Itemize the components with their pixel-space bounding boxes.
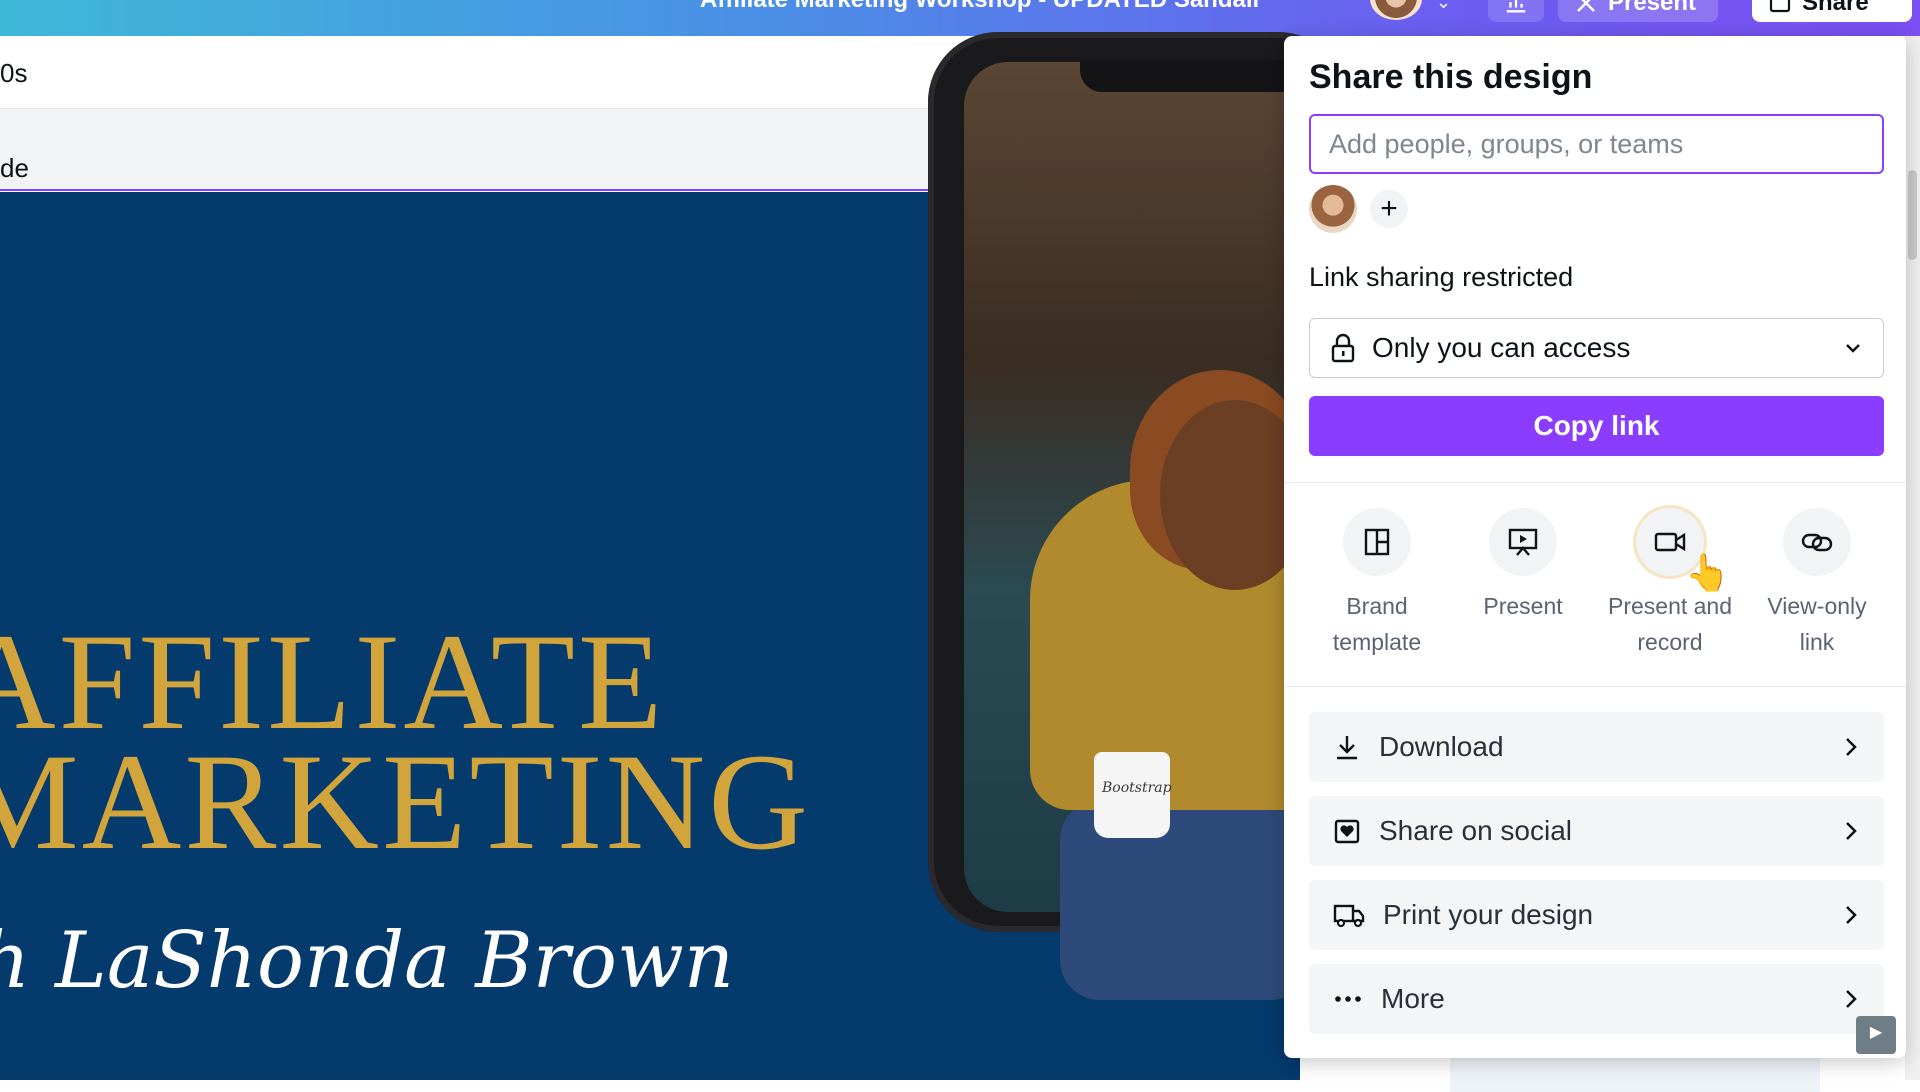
- add-people-input[interactable]: [1309, 114, 1884, 174]
- option-label: template: [1332, 629, 1422, 655]
- access-value: Only you can access: [1372, 332, 1631, 363]
- present-button[interactable]: Present: [1558, 0, 1718, 22]
- add-collaborator-button[interactable]: +: [1370, 190, 1408, 228]
- script-subtitle[interactable]: h LaShonda Brown: [0, 916, 734, 1006]
- option-label: record: [1637, 629, 1703, 655]
- row-label: More: [1381, 983, 1445, 1014]
- present-option[interactable]: Present: [1453, 508, 1593, 624]
- insights-button[interactable]: [1488, 0, 1544, 22]
- share-panel-title: Share this design: [1309, 58, 1593, 96]
- more-icon: [1335, 996, 1361, 1002]
- option-label: Present: [1483, 593, 1563, 619]
- document-title[interactable]: Affiliate Marketing Workshop - UPDATED S…: [700, 0, 1259, 14]
- share-button-label: Share: [1802, 0, 1869, 16]
- row-label: Print your design: [1383, 899, 1594, 930]
- corner-artwork: [1450, 1052, 1820, 1092]
- headline-line-2[interactable]: MARKETING: [0, 722, 811, 881]
- option-label: View-only: [1767, 593, 1867, 619]
- collaborator-avatar[interactable]: [1309, 185, 1357, 233]
- brand-template-option[interactable]: Brand template: [1307, 508, 1447, 660]
- divider: [1284, 686, 1906, 687]
- present-icon: [1577, 0, 1595, 12]
- present-icon: [1489, 508, 1557, 576]
- chevron-down-icon: [1846, 344, 1860, 353]
- download-icon: [1337, 736, 1357, 760]
- view-only-link-option[interactable]: View-only link: [1747, 508, 1887, 660]
- row-label: Download: [1379, 731, 1504, 762]
- subscribe-badge-icon[interactable]: ▶: [1856, 1016, 1896, 1054]
- lock-icon: [1331, 333, 1355, 363]
- share-icon: [1769, 0, 1791, 13]
- scrollbar-thumb[interactable]: [1908, 170, 1917, 260]
- access-dropdown[interactable]: Only you can access: [1309, 318, 1884, 378]
- chevron-right-icon: [1846, 822, 1857, 840]
- user-avatar[interactable]: [1370, 0, 1422, 20]
- share-on-social-row[interactable]: Share on social: [1309, 796, 1884, 866]
- link-icon: [1783, 508, 1851, 576]
- chevron-down-icon[interactable]: ⌄: [1436, 0, 1451, 13]
- option-label: Brand: [1346, 593, 1408, 619]
- truck-icon: [1333, 904, 1365, 928]
- hand-cursor-icon: 👆: [1685, 552, 1730, 593]
- subbar-text[interactable]: de: [0, 153, 29, 184]
- more-row[interactable]: More: [1309, 964, 1884, 1034]
- chevron-right-icon: [1846, 906, 1857, 924]
- phone-notch: [1080, 60, 1310, 92]
- mug-logo-text: Bootstrap: [1102, 780, 1172, 796]
- top-header-bar: Affiliate Marketing Workshop - UPDATED S…: [0, 0, 1920, 36]
- option-label: link: [1799, 629, 1835, 655]
- brand-template-icon: [1343, 508, 1411, 576]
- toolbar-text[interactable]: 0s: [0, 58, 27, 89]
- divider: [1284, 482, 1906, 483]
- print-your-design-row[interactable]: Print your design: [1309, 880, 1884, 950]
- chevron-right-icon: [1846, 738, 1857, 756]
- chevron-right-icon: [1846, 990, 1857, 1008]
- chart-icon: [1506, 0, 1526, 13]
- row-label: Share on social: [1379, 815, 1573, 846]
- present-button-label: Present: [1608, 0, 1697, 16]
- share-button[interactable]: Share: [1752, 0, 1912, 22]
- copy-link-button[interactable]: Copy link: [1309, 396, 1884, 456]
- heart-icon: [1334, 819, 1360, 844]
- link-sharing-label: Link sharing restricted: [1309, 262, 1574, 292]
- download-row[interactable]: Download: [1309, 712, 1884, 782]
